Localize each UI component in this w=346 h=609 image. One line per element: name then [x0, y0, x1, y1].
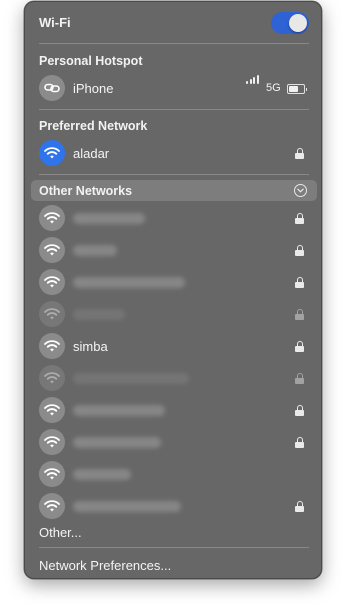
preferred-network-name: aladar: [73, 146, 110, 161]
network-row[interactable]: [25, 268, 323, 296]
network-name-redacted: [73, 501, 181, 512]
divider: [39, 174, 309, 175]
wifi-icon: [39, 205, 65, 231]
preferred-section-title: Preferred Network: [39, 119, 148, 133]
wifi-icon: [39, 461, 65, 487]
link-icon: [39, 75, 65, 101]
network-name-redacted: [73, 277, 185, 288]
other-section-title: Other Networks: [39, 184, 133, 198]
other-networks-header[interactable]: Other Networks: [31, 180, 317, 201]
lock-icon: [295, 373, 304, 384]
wifi-icon: [39, 301, 65, 327]
lock-icon: [295, 309, 304, 320]
wifi-icon: [39, 397, 65, 423]
network-name: simba: [73, 339, 108, 354]
divider: [39, 43, 309, 44]
wifi-icon: [39, 493, 65, 519]
wifi-icon: [39, 237, 65, 263]
lock-icon: [295, 341, 304, 352]
divider: [39, 547, 309, 548]
battery-icon: [287, 84, 307, 94]
lock-icon: [295, 501, 304, 512]
divider: [39, 109, 309, 110]
network-name-redacted: [73, 245, 117, 256]
network-name-redacted: [73, 405, 165, 416]
network-row[interactable]: [25, 364, 323, 392]
network-name-redacted: [73, 373, 189, 384]
network-row[interactable]: [25, 492, 323, 520]
network-type: 5G: [266, 82, 281, 94]
network-row[interactable]: [25, 428, 323, 456]
toggle-knob: [289, 14, 307, 32]
preferred-network-row[interactable]: aladar: [25, 139, 323, 167]
network-row[interactable]: [25, 300, 323, 328]
lock-icon: [295, 405, 304, 416]
network-name-redacted: [73, 213, 145, 224]
wifi-title: Wi-Fi: [39, 15, 71, 30]
lock-icon: [295, 245, 304, 256]
network-name-redacted: [73, 469, 131, 480]
network-row[interactable]: [25, 396, 323, 424]
wifi-icon: [39, 365, 65, 391]
network-row-simba[interactable]: simba: [25, 332, 323, 360]
lock-icon: [295, 277, 304, 288]
hotspot-section-title: Personal Hotspot: [39, 54, 143, 68]
network-row[interactable]: [25, 460, 323, 488]
wifi-menu: Wi-Fi Personal Hotspot iPhone 5G Preferr…: [24, 1, 322, 579]
network-row[interactable]: [25, 204, 323, 232]
wifi-icon: [39, 140, 65, 166]
wifi-icon: [39, 333, 65, 359]
network-row[interactable]: [25, 236, 323, 264]
hotspot-device-name: iPhone: [73, 81, 114, 96]
lock-icon: [295, 213, 304, 224]
network-preferences-item[interactable]: Network Preferences...: [39, 558, 171, 573]
chevron-down-icon: [294, 184, 307, 197]
wifi-icon: [39, 429, 65, 455]
lock-icon: [295, 437, 304, 448]
network-name-redacted: [73, 309, 125, 320]
network-name-redacted: [73, 437, 161, 448]
other-network-item[interactable]: Other...: [39, 525, 82, 540]
lock-icon: [295, 148, 304, 159]
wifi-toggle[interactable]: [271, 12, 309, 34]
wifi-icon: [39, 269, 65, 295]
